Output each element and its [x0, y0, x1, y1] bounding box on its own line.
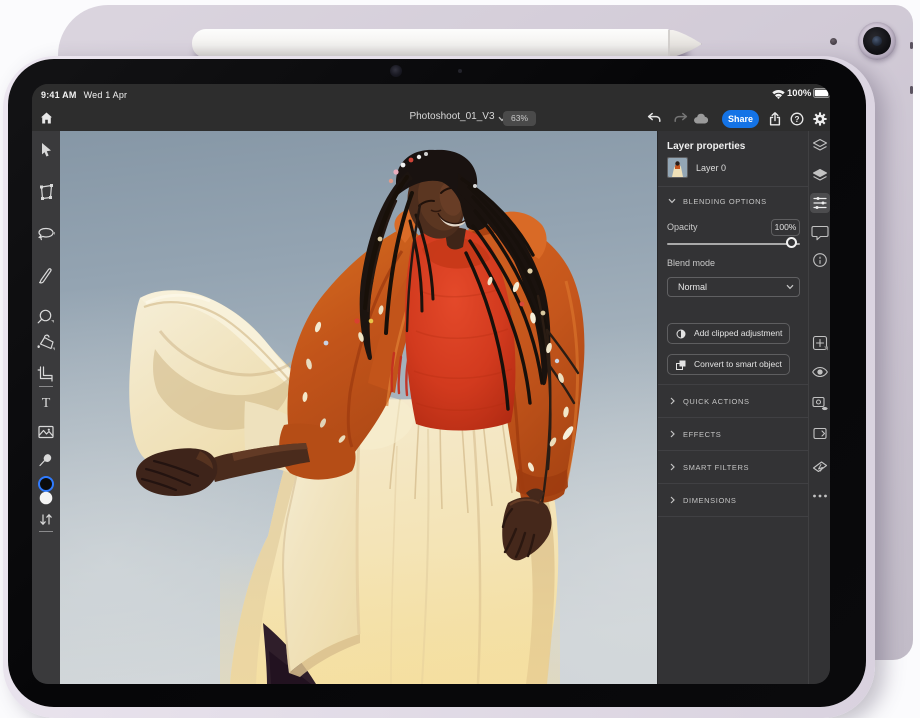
svg-text:?: ?: [794, 115, 799, 124]
svg-text:T: T: [42, 396, 51, 411]
